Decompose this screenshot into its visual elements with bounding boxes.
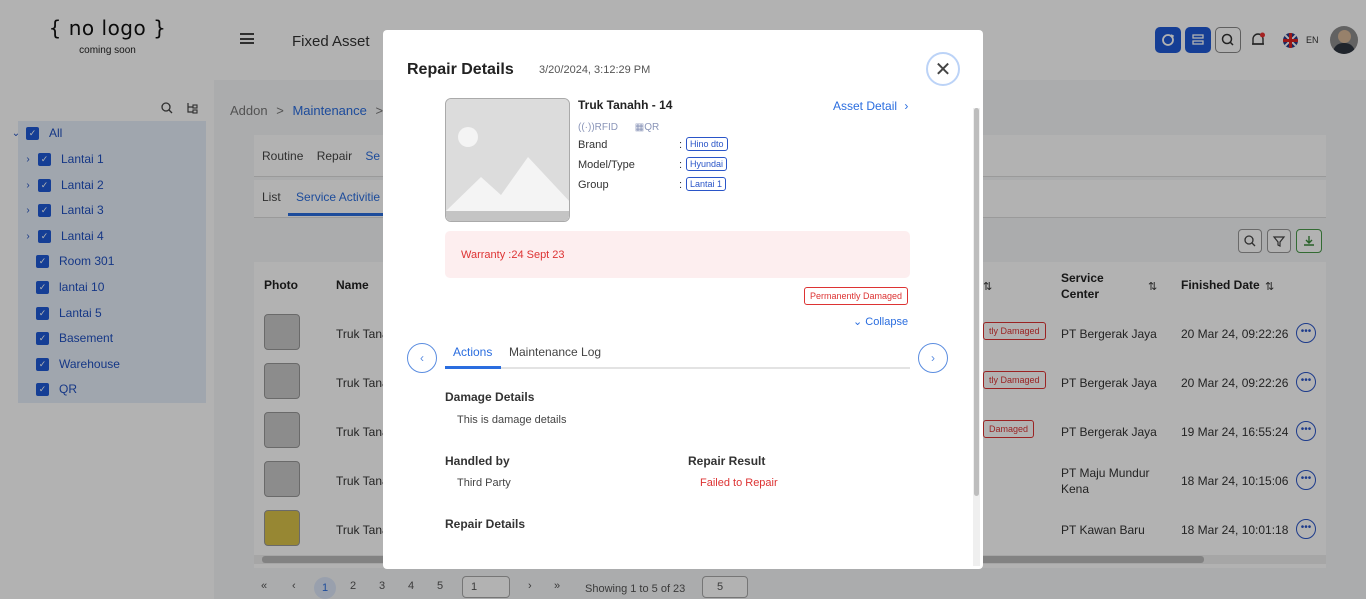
- id-tags: ((·))RFID ▦QR: [578, 122, 659, 133]
- modal-date: 3/20/2024, 3:12:29 PM: [539, 64, 651, 76]
- qr-icon: ▦: [634, 122, 645, 133]
- colon: :: [679, 179, 683, 191]
- asset-detail-link[interactable]: Asset Detail ›: [833, 99, 908, 113]
- chevron-right-icon: ›: [904, 99, 909, 113]
- tab-maintenance-log[interactable]: Maintenance Log: [509, 345, 601, 359]
- qr-label: QR: [644, 122, 660, 133]
- rfid-label: RFID: [594, 122, 618, 133]
- warranty-text: Warranty :24 Sept 23: [461, 249, 565, 261]
- asset-name: Truk Tanahh - 14: [578, 98, 673, 112]
- image-placeholder-icon: [446, 99, 569, 221]
- brand-value: Hino dto: [686, 137, 728, 151]
- tab-actions[interactable]: Actions: [453, 345, 492, 359]
- asset-detail-label: Asset Detail: [833, 99, 898, 113]
- rfid-icon: ((·)): [578, 122, 595, 133]
- chevron-right-icon: ›: [931, 351, 935, 365]
- chevron-down-icon: ⌄: [853, 316, 863, 328]
- group-value: Lantai 1: [686, 177, 727, 191]
- repair-details-modal: Repair Details 3/20/2024, 3:12:29 PM ✕ T…: [383, 30, 983, 569]
- collapse-label: Collapse: [865, 316, 909, 328]
- brand-label: Brand: [578, 139, 608, 151]
- damage-details-title: Damage Details: [445, 390, 535, 404]
- repair-result-value: Failed to Repair: [700, 477, 778, 489]
- chevron-left-icon: ‹: [420, 351, 424, 365]
- close-button[interactable]: ✕: [926, 52, 960, 86]
- colon: :: [679, 139, 683, 151]
- repair-details-title: Repair Details: [445, 517, 526, 531]
- damage-details-value: This is damage details: [457, 414, 567, 426]
- model-value: Hyundai: [686, 157, 728, 171]
- next-record-button[interactable]: ›: [918, 343, 948, 373]
- model-label: Model/Type: [578, 159, 635, 171]
- prev-record-button[interactable]: ‹: [407, 343, 437, 373]
- handled-by-title: Handled by: [445, 454, 510, 468]
- modal-title: Repair Details: [407, 61, 514, 78]
- tab-underline: [445, 367, 910, 369]
- repair-result-title: Repair Result: [688, 454, 766, 468]
- asset-image-placeholder: [445, 98, 570, 222]
- collapse-toggle[interactable]: ⌄ Collapse: [853, 315, 908, 328]
- scrollbar-thumb[interactable]: [974, 108, 979, 496]
- colon: :: [679, 159, 683, 171]
- handled-by-value: Third Party: [457, 477, 511, 489]
- tab-active-indicator: [445, 366, 501, 369]
- close-icon: ✕: [934, 58, 952, 81]
- status-badge: Permanently Damaged: [804, 287, 909, 305]
- group-label: Group: [578, 179, 609, 191]
